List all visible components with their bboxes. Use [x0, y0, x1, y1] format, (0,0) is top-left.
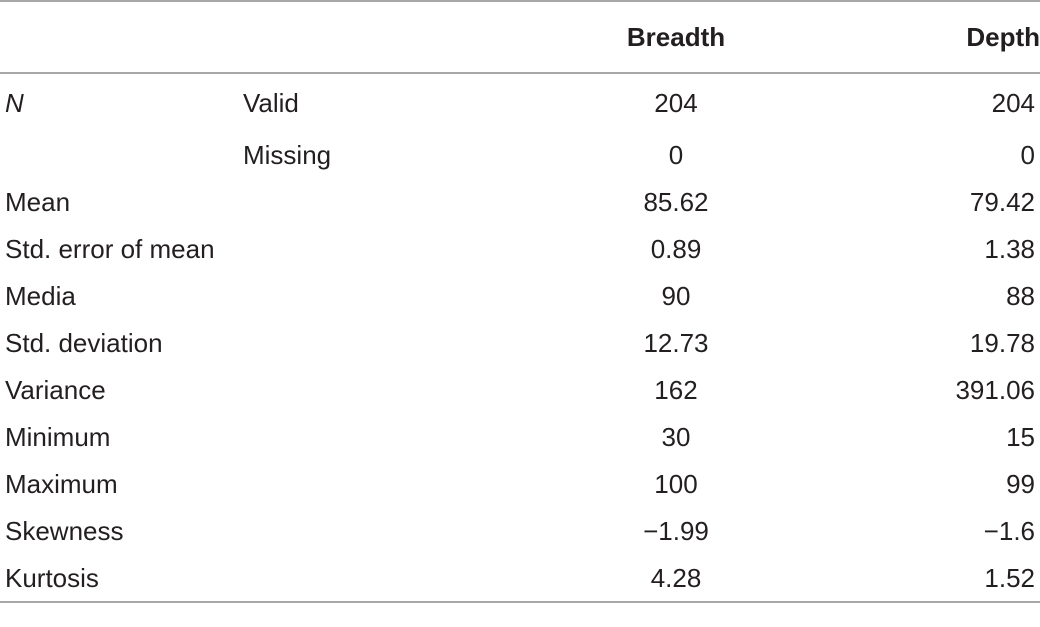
- table-row: Media 90 88: [0, 272, 1040, 319]
- cell-breadth-value: 0.89: [650, 233, 702, 264]
- cell-depth-value: 15: [1006, 421, 1035, 452]
- cell-depth-value: 204: [991, 87, 1035, 118]
- row-label: N: [5, 87, 24, 118]
- row-sublabel: [243, 319, 556, 366]
- table-row: Minimum 30 15: [0, 413, 1040, 460]
- table-body: N Valid 204 204 Missing 0 0 Mean 85.62 79.42 Std. …: [0, 73, 1040, 603]
- cell-depth-value: 99: [1006, 468, 1035, 499]
- table-row: Variance 162 391.06: [0, 366, 1040, 413]
- cell-depth-value: 79.42: [969, 186, 1035, 217]
- table-row: Std. deviation 12.73 19.78: [0, 319, 1040, 366]
- table-row: Mean 85.62 79.42: [0, 178, 1040, 225]
- table-row: Skewness −1.99 −1.6: [0, 507, 1040, 554]
- table-header: Breadth Depth: [0, 0, 1040, 74]
- row-label: Skewness: [5, 515, 124, 546]
- row-sublabel: [243, 225, 556, 272]
- stats-table: Breadth Depth N Valid 204 204 Missing 0 0 Mean 8…: [0, 0, 1040, 603]
- table-row: Maximum 100 99: [0, 460, 1040, 507]
- cell-breadth-value: −1.99: [643, 515, 709, 546]
- table-row: Missing 0 0: [0, 131, 1040, 178]
- cell-breadth-value: 204: [654, 87, 698, 118]
- cell-breadth-value: 162: [654, 374, 698, 405]
- row-label: Std. error of mean: [5, 233, 215, 264]
- column-header-row-sublabel: [243, 0, 556, 74]
- cell-depth-value: 88: [1006, 280, 1035, 311]
- cell-depth-value: 19.78: [969, 327, 1035, 358]
- row-label: Mean: [5, 186, 71, 217]
- row-sublabel: [243, 507, 556, 554]
- column-header-breadth: Breadth: [556, 0, 796, 74]
- row-sublabel: [243, 460, 556, 507]
- cell-breadth-value: 85.62: [643, 186, 709, 217]
- cell-depth-value: 0: [1020, 139, 1035, 170]
- cell-breadth-value: 30: [661, 421, 691, 452]
- row-sublabel: [243, 178, 556, 225]
- table-row: Std. error of mean 0.89 1.38: [0, 225, 1040, 272]
- table-header-row: Breadth Depth: [0, 0, 1040, 74]
- cell-breadth-value: 4.28: [556, 554, 796, 603]
- row-label: Variance: [5, 374, 106, 405]
- row-sublabel: [243, 272, 556, 319]
- row-label: Media: [5, 280, 76, 311]
- row-label: Kurtosis: [0, 554, 243, 603]
- row-sublabel: [243, 554, 556, 603]
- row-sublabel: Valid: [243, 87, 299, 118]
- row-sublabel: [243, 366, 556, 413]
- column-header-row-label: [0, 0, 243, 74]
- table-row: Kurtosis 4.28 1.52: [0, 554, 1040, 603]
- row-sublabel: Missing: [243, 139, 332, 170]
- row-label: [0, 131, 243, 178]
- cell-depth-value: 1.52: [796, 554, 1040, 603]
- column-header-depth: Depth: [796, 0, 1040, 74]
- cell-breadth-value: 100: [654, 468, 698, 499]
- row-label: Maximum: [5, 468, 118, 499]
- descriptive-statistics-table: Breadth Depth N Valid 204 204 Missing 0 0 Mean 8…: [0, 0, 1040, 627]
- cell-depth-value: 1.38: [984, 233, 1035, 264]
- cell-depth-value: 391.06: [955, 374, 1035, 405]
- row-sublabel: [243, 413, 556, 460]
- cell-breadth-value: 12.73: [643, 327, 709, 358]
- cell-breadth-value: 0: [668, 139, 684, 170]
- row-label: Minimum: [5, 421, 111, 452]
- row-label: Std. deviation: [5, 327, 163, 358]
- cell-depth-value: −1.6: [983, 515, 1035, 546]
- cell-breadth-value: 90: [661, 280, 691, 311]
- table-row: N Valid 204 204: [0, 73, 1040, 131]
